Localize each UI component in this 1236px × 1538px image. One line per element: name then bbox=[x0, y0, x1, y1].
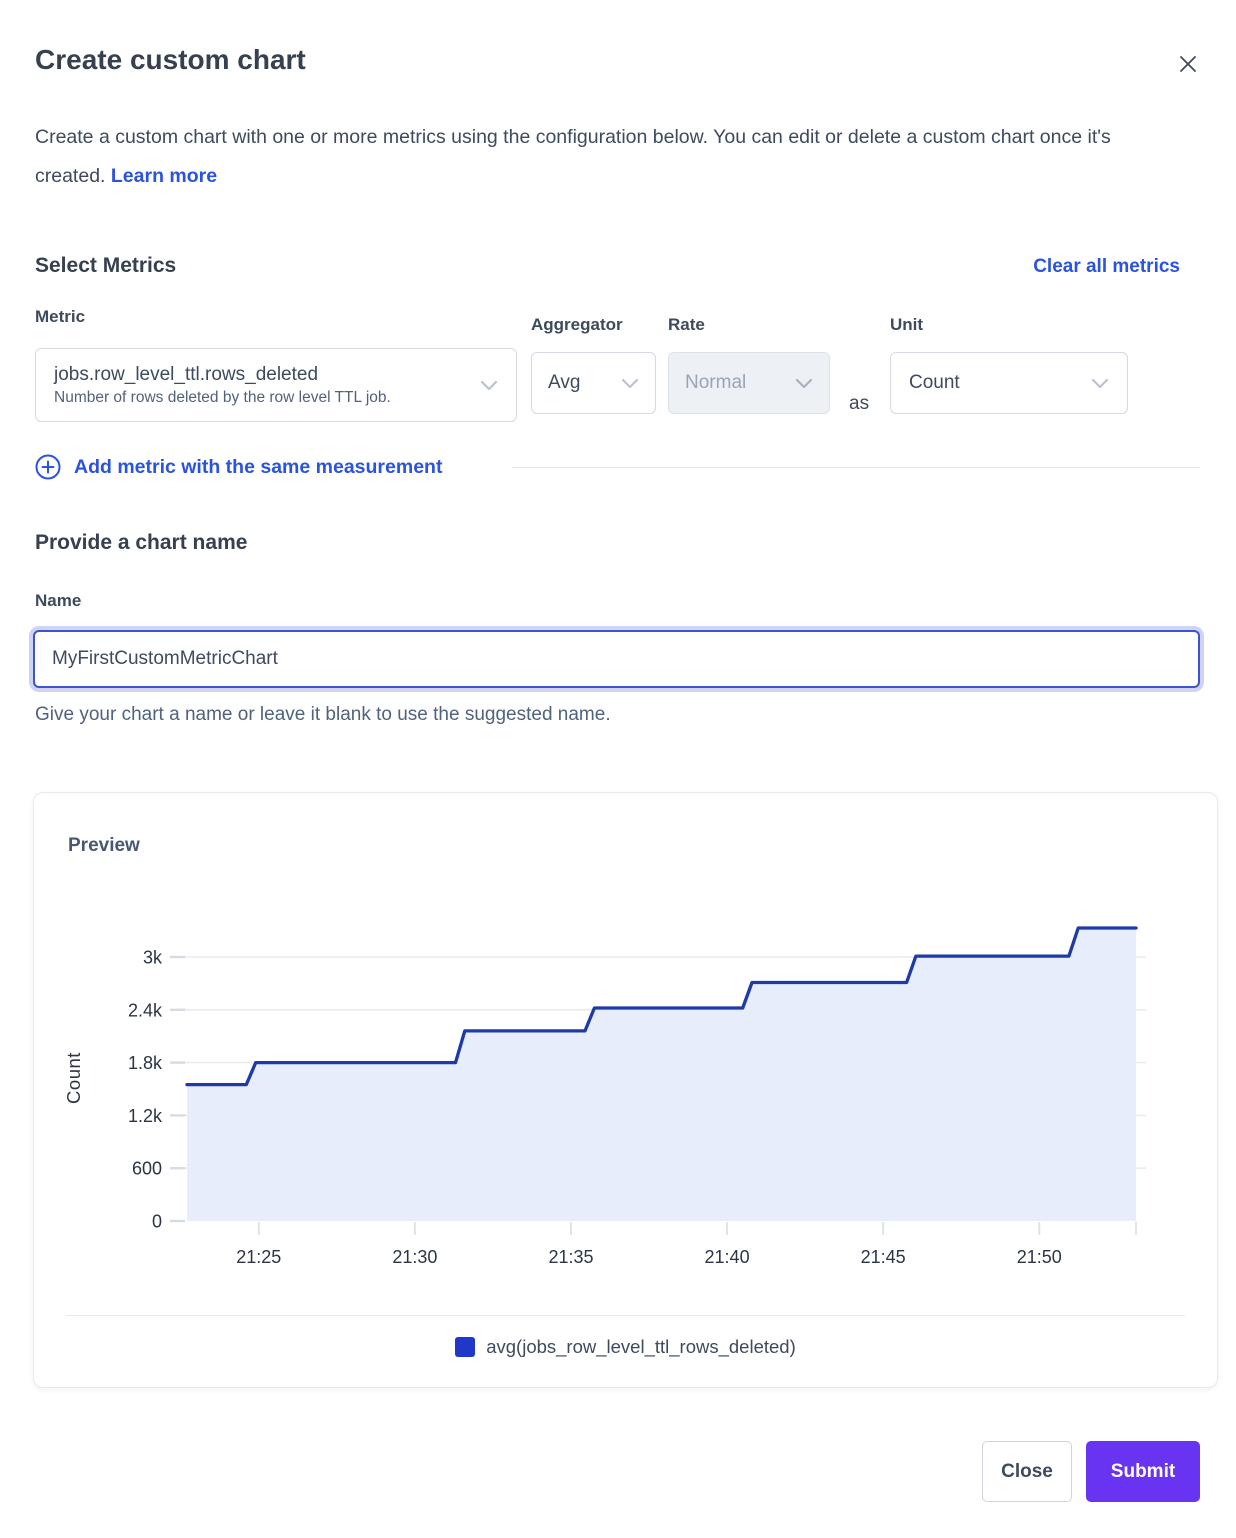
name-helper-text: Give your chart a name or leave it blank… bbox=[35, 704, 611, 726]
preview-chart: 0 600 1.2k 1.8k 2.4k 3k 21:25 21:30 21:35 21:40 21… bbox=[34, 793, 1217, 1387]
metric-select-description: Number of rows deleted by the row level … bbox=[54, 389, 391, 407]
add-metric-label: Add metric with the same measurement bbox=[74, 456, 442, 479]
name-label: Name bbox=[35, 591, 81, 611]
as-label: as bbox=[849, 393, 869, 415]
preview-card: Preview 06001.2k1.8k2.4k3k21:2521:3021:3… bbox=[33, 792, 1218, 1388]
submit-button[interactable]: Submit bbox=[1086, 1441, 1200, 1502]
metric-select-value: jobs.row_level_ttl.rows_deleted bbox=[54, 364, 391, 386]
add-metric-button[interactable]: Add metric with the same measurement bbox=[35, 454, 442, 480]
chevron-down-icon bbox=[621, 378, 639, 389]
close-icon bbox=[1176, 52, 1200, 76]
svg-text:600: 600 bbox=[132, 1159, 162, 1179]
aggregator-select[interactable]: Avg bbox=[531, 352, 656, 414]
name-input[interactable] bbox=[33, 630, 1200, 688]
create-custom-chart-modal: Create custom chart Create a custom char… bbox=[0, 0, 1236, 1538]
svg-text:2.4k: 2.4k bbox=[128, 1000, 163, 1020]
chevron-down-icon bbox=[480, 380, 498, 391]
chart-name-heading: Provide a chart name bbox=[35, 531, 247, 555]
svg-text:3k: 3k bbox=[143, 948, 163, 968]
svg-text:21:25: 21:25 bbox=[236, 1247, 281, 1267]
aggregator-select-value: Avg bbox=[548, 372, 580, 394]
divider bbox=[66, 1315, 1185, 1316]
modal-description: Create a custom chart with one or more m… bbox=[35, 118, 1185, 196]
unit-select[interactable]: Count bbox=[890, 352, 1128, 414]
svg-text:1.2k: 1.2k bbox=[128, 1106, 163, 1126]
rate-select-value: Normal bbox=[685, 372, 746, 394]
unit-select-value: Count bbox=[909, 372, 960, 394]
svg-text:21:30: 21:30 bbox=[392, 1247, 437, 1267]
divider bbox=[512, 467, 1200, 468]
svg-text:Count: Count bbox=[63, 1052, 84, 1104]
svg-text:21:35: 21:35 bbox=[548, 1247, 593, 1267]
chevron-down-icon bbox=[795, 378, 813, 389]
metric-label: Metric bbox=[35, 307, 85, 327]
chevron-down-icon bbox=[1091, 378, 1109, 389]
close-button[interactable] bbox=[1172, 48, 1204, 80]
rate-label: Rate bbox=[668, 315, 705, 335]
svg-text:21:40: 21:40 bbox=[705, 1247, 750, 1267]
svg-text:0: 0 bbox=[152, 1212, 162, 1232]
aggregator-label: Aggregator bbox=[531, 315, 623, 335]
select-metrics-heading: Select Metrics bbox=[35, 254, 176, 278]
clear-all-metrics-link[interactable]: Clear all metrics bbox=[1033, 256, 1180, 278]
svg-text:21:50: 21:50 bbox=[1017, 1247, 1062, 1267]
modal-footer: Close Submit bbox=[982, 1441, 1200, 1502]
svg-text:21:45: 21:45 bbox=[861, 1247, 906, 1267]
page-title: Create custom chart bbox=[35, 44, 306, 76]
close-button-footer[interactable]: Close bbox=[982, 1441, 1072, 1502]
plus-circle-icon bbox=[35, 454, 61, 480]
legend-label: avg(jobs_row_level_ttl_rows_deleted) bbox=[486, 1336, 796, 1358]
learn-more-link[interactable]: Learn more bbox=[111, 165, 217, 187]
rate-select: Normal bbox=[668, 352, 830, 414]
metric-select[interactable]: jobs.row_level_ttl.rows_deleted Number o… bbox=[35, 348, 517, 422]
svg-text:1.8k: 1.8k bbox=[128, 1053, 163, 1073]
unit-label: Unit bbox=[890, 315, 923, 335]
chart-legend: avg(jobs_row_level_ttl_rows_deleted) bbox=[34, 1336, 1217, 1358]
legend-swatch bbox=[455, 1337, 475, 1357]
